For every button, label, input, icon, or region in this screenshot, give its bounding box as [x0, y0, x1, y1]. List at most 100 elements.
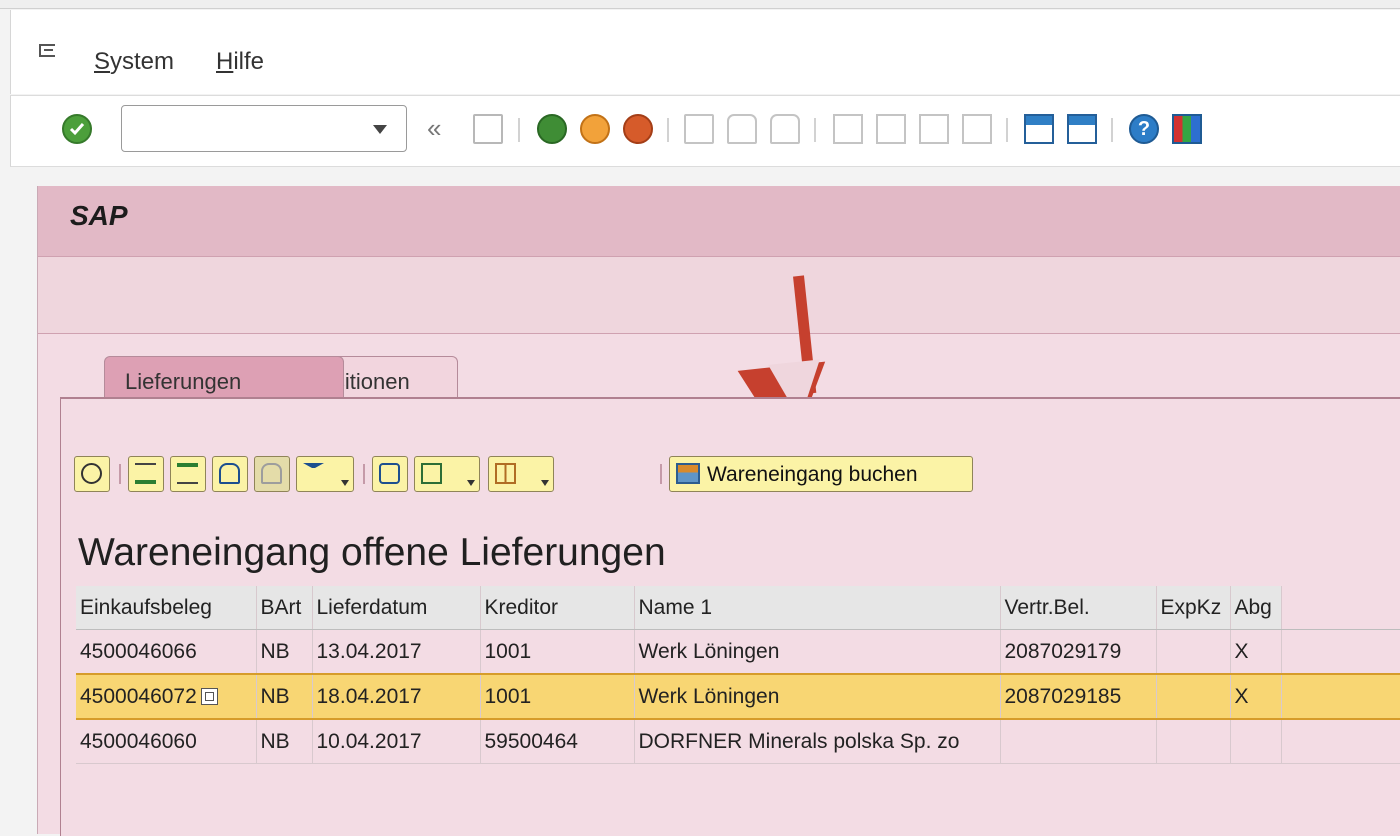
cell-name-1[interactable]: Werk Löningen [634, 629, 1001, 675]
find-next-button[interactable] [254, 456, 290, 492]
cell-einkaufsbeleg[interactable]: 4500046072 [76, 673, 257, 720]
window-top-edge [0, 0, 1400, 9]
details-icon [81, 463, 102, 484]
cell-expkz[interactable] [1156, 719, 1231, 764]
menu-item-system[interactable]: System [94, 48, 174, 76]
column-header-abg[interactable]: Abg [1230, 586, 1282, 630]
cell-abg[interactable]: X [1230, 629, 1282, 675]
cell-lieferdatum[interactable]: 13.04.2017 [312, 629, 481, 675]
save-icon [473, 114, 503, 144]
wareneingang-buchen-button[interactable]: Wareneingang buchen [669, 456, 973, 492]
cell-einkaufsbeleg[interactable]: 4500046066 [76, 629, 257, 675]
check-icon[interactable] [62, 114, 92, 144]
find-icon [727, 114, 757, 144]
menu-item-help-mnemonic: H [216, 48, 234, 75]
column-header-bart[interactable]: BArt [256, 586, 313, 630]
dropdown-icon [341, 480, 349, 486]
column-header-name-1[interactable]: Name 1 [634, 586, 1001, 630]
application-toolbar [38, 257, 1400, 334]
menu-item-help[interactable]: Hilfe [216, 48, 264, 76]
next-page-icon [919, 114, 949, 144]
cell-lieferdatum[interactable]: 10.04.2017 [312, 719, 481, 764]
menu-icon[interactable] [39, 44, 55, 57]
cell-name-1[interactable]: Werk Löningen [634, 673, 1001, 720]
details-button[interactable] [74, 456, 110, 492]
column-header-vertr-bel[interactable]: Vertr.Bel. [1000, 586, 1157, 630]
dropdown-icon [541, 480, 549, 486]
find-icon [219, 463, 240, 484]
export-button[interactable] [414, 456, 480, 492]
table-row[interactable]: 4500046060 NB 10.04.2017 59500464 DORFNE… [76, 719, 1400, 764]
print-icon [379, 463, 400, 484]
cell-empty [1281, 719, 1400, 764]
cell-expkz[interactable] [1156, 629, 1231, 675]
exit-icon[interactable] [580, 114, 610, 144]
column-header-lieferdatum[interactable]: Lieferdatum [312, 586, 481, 630]
cell-kreditor[interactable]: 1001 [480, 673, 635, 720]
cell-abg[interactable]: X [1230, 673, 1282, 720]
cell-bart[interactable]: NB [256, 629, 313, 675]
tab-lieferungen-label: Lieferungen [125, 369, 242, 394]
dropdown-icon[interactable] [373, 125, 387, 134]
help-icon[interactable]: ? [1129, 114, 1159, 144]
find-next-icon [770, 114, 800, 144]
application-area: SAP Positionen Lieferungen Wareneingang … [37, 186, 1400, 836]
cell-abg[interactable] [1230, 719, 1282, 764]
create-session-icon[interactable] [1024, 114, 1054, 144]
menu-item-system-label: ystem [110, 48, 175, 75]
column-header-kreditor[interactable]: Kreditor [480, 586, 635, 630]
back-icon[interactable] [537, 114, 567, 144]
grid-toolbar-separator [660, 464, 662, 484]
menu-item-system-mnemonic: S [94, 48, 111, 75]
cell-einkaufsbeleg-value: 4500046072 [80, 684, 197, 708]
layout-button[interactable] [488, 456, 554, 492]
cell-empty [1281, 629, 1400, 675]
table-row-selected[interactable]: 4500046072 NB 18.04.2017 1001 Werk Lönin… [76, 673, 1400, 720]
first-page-icon [833, 114, 863, 144]
sort-descending-icon [177, 463, 198, 484]
cell-kreditor[interactable]: 1001 [480, 629, 635, 675]
cell-lieferdatum[interactable]: 18.04.2017 [312, 673, 481, 720]
cell-name-1[interactable]: DORFNER Minerals polska Sp. zo [634, 719, 1001, 764]
filter-button[interactable] [296, 456, 354, 492]
column-header-einkaufsbeleg[interactable]: Einkaufsbeleg [76, 586, 257, 630]
sort-ascending-button[interactable] [128, 456, 164, 492]
shortcut-icon[interactable] [1067, 114, 1097, 144]
cell-vertr-bel[interactable] [1000, 719, 1157, 764]
cell-vertr-bel[interactable]: 2087029185 [1000, 673, 1157, 720]
print-button[interactable] [372, 456, 408, 492]
cell-kreditor[interactable]: 59500464 [480, 719, 635, 764]
dropdown-icon [467, 480, 475, 486]
last-page-icon [962, 114, 992, 144]
cell-einkaufsbeleg[interactable]: 4500046060 [76, 719, 257, 764]
column-header-expkz[interactable]: ExpKz [1156, 586, 1231, 630]
grid-title: Wareneingang offene Lieferungen [78, 531, 666, 574]
cell-vertr-bel[interactable]: 2087029179 [1000, 629, 1157, 675]
sort-descending-button[interactable] [170, 456, 206, 492]
open-document-icon[interactable] [200, 688, 218, 706]
menu-bar: System Hilfe [10, 10, 1400, 94]
layout-icon [495, 463, 516, 484]
print-icon [684, 114, 714, 144]
table-row[interactable]: 4500046066 NB 13.04.2017 1001 Werk Lönin… [76, 629, 1400, 675]
find-button[interactable] [212, 456, 248, 492]
double-left-icon[interactable]: « [427, 113, 441, 144]
tab-lieferungen[interactable]: Lieferungen [104, 356, 344, 398]
filter-icon [303, 463, 324, 484]
wareneingang-buchen-label: Wareneingang buchen [707, 463, 918, 486]
title-bar: SAP [38, 186, 1400, 257]
grid-toolbar-separator [363, 464, 365, 484]
cell-expkz[interactable] [1156, 673, 1231, 720]
customize-layout-icon[interactable] [1172, 114, 1202, 144]
cell-bart[interactable]: NB [256, 719, 313, 764]
toolbar-separator [1111, 118, 1113, 142]
table-header-row: Einkaufsbeleg BArt Lieferdatum Kreditor … [76, 586, 1400, 630]
toolbar-separator [518, 118, 520, 142]
cancel-icon[interactable] [623, 114, 653, 144]
check-icon-glyph [69, 123, 85, 136]
standard-toolbar: « ? [10, 95, 1400, 167]
command-field[interactable] [121, 105, 407, 152]
screen-title: SAP [70, 200, 128, 231]
cell-bart[interactable]: NB [256, 673, 313, 720]
export-icon [421, 463, 442, 484]
